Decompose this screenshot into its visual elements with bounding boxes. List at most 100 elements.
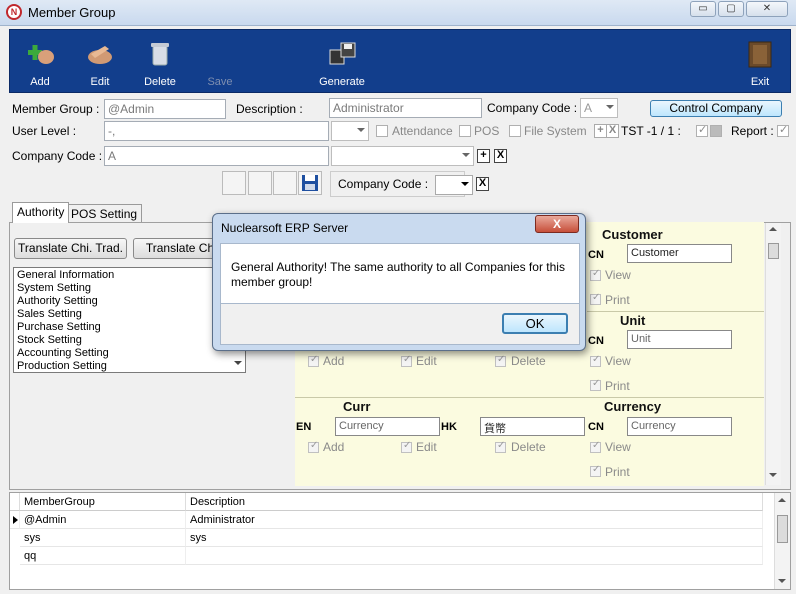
scroll-up-icon [778, 498, 786, 502]
column-header-membergroup[interactable]: MemberGroup [20, 493, 186, 511]
member-group-label: Member Group : [12, 102, 100, 116]
row-header-corner [10, 493, 20, 511]
file-remove-button[interactable]: X [606, 124, 619, 138]
currency-print-checkbox[interactable] [590, 464, 601, 477]
description-label: Description : [236, 102, 303, 116]
edit-label: Edit [90, 76, 110, 88]
table-cell[interactable]: Administrator [186, 511, 763, 529]
unit-delete-checkbox[interactable] [495, 354, 506, 367]
delete-label: Delete [144, 76, 176, 88]
company-remove-button[interactable]: X [494, 149, 507, 163]
currency-add-checkbox[interactable] [308, 440, 319, 453]
list-item[interactable]: System Setting [17, 282, 91, 295]
delete-button[interactable]: Delete [130, 30, 190, 92]
list-item[interactable]: Purchase Setting [17, 321, 101, 334]
unit-add-checkbox[interactable] [308, 354, 319, 367]
tab-authority[interactable]: Authority [12, 202, 70, 223]
company-code2-field[interactable]: A [104, 146, 329, 166]
scroll-up-icon [769, 227, 777, 231]
description-field[interactable]: Administrator [329, 98, 482, 118]
edit-button[interactable]: Edit [70, 30, 130, 92]
currency-delete-checkbox[interactable] [495, 440, 506, 453]
currency-edit-checkbox[interactable] [401, 440, 412, 453]
tst-checkbox-2[interactable] [710, 125, 722, 137]
unit-print-checkbox[interactable] [590, 378, 601, 391]
ok-button[interactable]: OK [502, 313, 568, 334]
company-code2-select[interactable] [331, 146, 474, 166]
table-cell[interactable]: @Admin [20, 511, 186, 529]
currency-edit-label: Edit [416, 440, 437, 454]
cn-code: CN [588, 421, 604, 433]
nav-button-3[interactable] [273, 171, 297, 195]
unit-delete-label: Delete [511, 354, 546, 368]
list-item[interactable]: Authority Setting [17, 295, 98, 308]
sub-company-code-select[interactable] [435, 175, 473, 195]
add-user-icon [28, 45, 54, 64]
currency-view-checkbox[interactable] [590, 440, 601, 453]
generate-button[interactable]: Generate [310, 30, 374, 92]
minimize-button[interactable]: ▭ [690, 1, 716, 17]
translate-trad-button[interactable]: Translate Chi. Trad. [14, 238, 127, 259]
company-code2-label: Company Code : [12, 149, 103, 163]
edit-hand-icon [88, 46, 112, 64]
pos-checkbox[interactable] [459, 125, 471, 137]
add-button[interactable]: Add [10, 30, 70, 92]
report-checkbox[interactable] [777, 123, 789, 137]
exit-button[interactable]: Exit [730, 30, 790, 92]
currency-en-field[interactable]: Currency [335, 417, 440, 436]
nav-button-2[interactable] [248, 171, 272, 195]
member-group-field[interactable]: @Admin [104, 99, 226, 119]
save-button[interactable]: Save [190, 30, 250, 92]
unit-print-label: Print [605, 379, 630, 393]
table-cell[interactable]: qq [20, 547, 186, 565]
user-level-field[interactable]: -, [104, 121, 329, 141]
attendance-checkbox[interactable] [376, 125, 388, 137]
currency-delete-label: Delete [511, 440, 546, 454]
currency-hk-field[interactable]: 貨幣 [480, 417, 585, 436]
unit-cn-field[interactable]: Unit [627, 330, 732, 349]
currency-cn-field[interactable]: Currency [627, 417, 732, 436]
dialog-close-button[interactable]: X [535, 215, 579, 233]
tst-checkbox[interactable] [696, 123, 708, 137]
delete-bin-icon [151, 43, 169, 66]
nav-button-1[interactable] [222, 171, 246, 195]
customer-cn-field[interactable]: Customer [627, 244, 732, 263]
tab-pos-setting[interactable]: POS Setting [66, 204, 143, 224]
user-level-select[interactable] [331, 121, 369, 141]
column-header-description[interactable]: Description [186, 493, 763, 511]
customer-print-checkbox[interactable] [590, 292, 601, 305]
maximize-button[interactable]: ▢ [718, 1, 744, 17]
title-bar: N Member Group ▭ ▢ ✕ [0, 0, 796, 26]
chevron-down-icon [357, 128, 365, 132]
sub-clear-button[interactable]: X [476, 177, 489, 191]
scroll-thumb[interactable] [777, 515, 788, 543]
list-item[interactable]: Sales Setting [17, 308, 82, 321]
divider [587, 311, 764, 312]
company-code-select[interactable]: A [580, 98, 618, 118]
customer-view-checkbox[interactable] [590, 268, 601, 281]
unit-view-checkbox[interactable] [590, 354, 601, 367]
add-label: Add [30, 76, 50, 88]
authority-scrollbar[interactable] [765, 223, 781, 485]
table-cell[interactable] [186, 547, 763, 565]
table-cell[interactable]: sys [186, 529, 763, 547]
company-code-value: A [584, 101, 593, 115]
list-item[interactable]: Accounting Setting [17, 347, 109, 360]
company-add-button[interactable]: + [477, 149, 490, 163]
sub-save-button[interactable] [298, 171, 322, 195]
grid-scrollbar[interactable] [774, 493, 790, 589]
scroll-down-icon [769, 473, 777, 477]
scroll-thumb[interactable] [768, 243, 779, 259]
table-cell[interactable]: sys [20, 529, 186, 547]
customer-cn-code: CN [588, 249, 604, 261]
tst-label: TST -1 / 1 : [621, 124, 681, 138]
generate-disks-icon [329, 42, 356, 65]
list-item[interactable]: Production Setting [17, 360, 107, 373]
close-button[interactable]: ✕ [746, 1, 788, 17]
pos-label: POS [474, 124, 500, 138]
file-system-checkbox[interactable] [509, 125, 521, 137]
list-item[interactable]: Stock Setting [17, 334, 82, 347]
unit-edit-checkbox[interactable] [401, 354, 412, 367]
list-item[interactable]: General Information [17, 269, 114, 282]
control-company-button[interactable]: Control Company [650, 100, 782, 117]
